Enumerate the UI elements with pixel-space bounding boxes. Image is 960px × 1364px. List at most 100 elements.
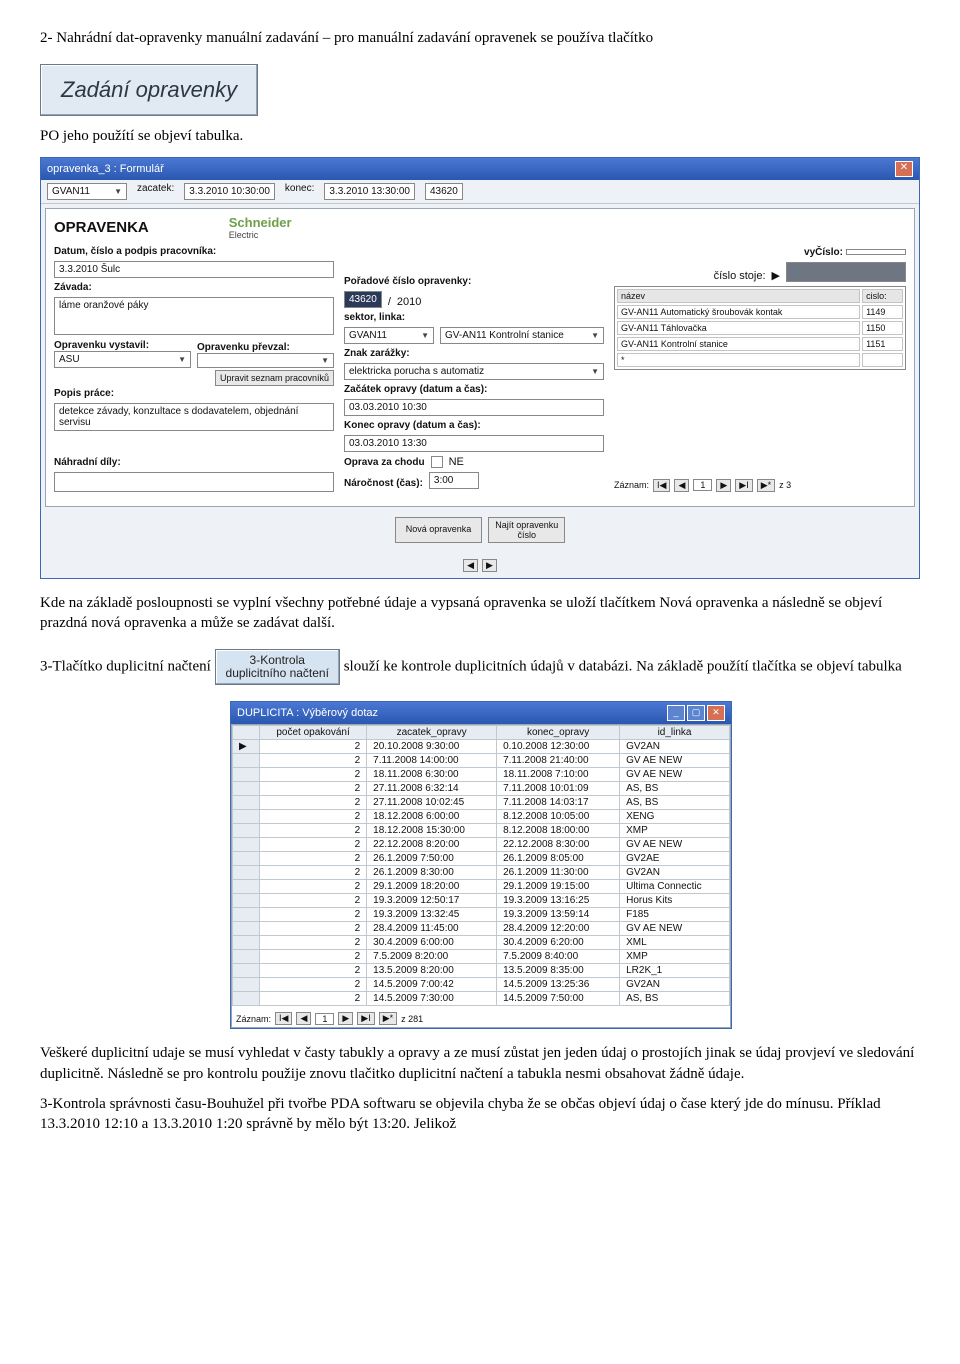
popis-field[interactable]: detekce závady, konzultace s dodavatelem… — [54, 403, 334, 431]
row-selector[interactable] — [233, 922, 260, 936]
sektor-select[interactable]: GVAN11 ▼ — [344, 327, 434, 344]
row-selector[interactable] — [233, 908, 260, 922]
row-selector[interactable] — [233, 894, 260, 908]
prevzal-label: Opravenku převzal: — [197, 342, 290, 353]
close-icon[interactable]: ✕ — [895, 161, 913, 177]
table-row[interactable]: 227.11.2008 6:32:147.11.2008 10:01:09AS,… — [233, 782, 730, 796]
sektor-label: sektor, linka: — [344, 312, 604, 323]
prevzal-select[interactable]: ▼ — [197, 353, 334, 368]
stoj-arrow[interactable]: ▶ — [772, 269, 780, 282]
table-row[interactable]: GV-AN11 Automatický šroubovák kontak 114… — [617, 305, 903, 319]
stoj-field[interactable] — [786, 262, 906, 282]
upravit-seznam-button[interactable]: Upravit seznam pracovníků — [215, 370, 334, 386]
row-selector[interactable] — [233, 880, 260, 894]
table-row[interactable]: 226.1.2009 7:50:0026.1.2009 8:05:00GV2AE — [233, 852, 730, 866]
table-row[interactable]: 218.11.2008 6:30:0018.11.2008 7:10:00GV … — [233, 768, 730, 782]
nav-prev-icon[interactable]: ◀ — [296, 1012, 311, 1025]
nav-prev-icon[interactable]: ◀ — [674, 479, 689, 492]
zac-field[interactable]: 03.03.2010 10:30 — [344, 399, 604, 416]
nav-first-icon[interactable]: I◀ — [275, 1012, 292, 1025]
table-row[interactable]: 228.4.2009 11:45:0028.4.2009 12:20:00GV … — [233, 922, 730, 936]
nav-last-icon[interactable]: ▶I — [357, 1012, 374, 1025]
cell: 27.11.2008 6:32:14 — [367, 782, 497, 796]
table-row[interactable]: 219.3.2009 12:50:1719.3.2009 13:16:25Hor… — [233, 894, 730, 908]
cell: LR2K_1 — [620, 964, 730, 978]
row-selector[interactable] — [233, 754, 260, 768]
row-selector[interactable] — [233, 824, 260, 838]
row-selector[interactable] — [233, 810, 260, 824]
najit-opravenku-button[interactable]: Najít opravenku číslo — [488, 517, 565, 543]
nav-next-icon[interactable]: ▶ — [482, 559, 497, 572]
col-konec[interactable]: konec_opravy — [497, 726, 620, 740]
nav-first-icon[interactable]: I◀ — [653, 479, 670, 492]
cell: 14.5.2009 7:30:00 — [367, 992, 497, 1006]
table-row[interactable]: GV-AN11 Táhlovačka 1150 — [617, 321, 903, 335]
row-selector[interactable] — [233, 768, 260, 782]
table-row[interactable]: 230.4.2009 6:00:0030.4.2009 6:20:00XML — [233, 936, 730, 950]
row-selector[interactable] — [233, 866, 260, 880]
row-selector[interactable] — [233, 964, 260, 978]
row-selector[interactable] — [233, 978, 260, 992]
chodu-checkbox[interactable] — [431, 456, 443, 468]
kontrola-duplicit-button[interactable]: 3-Kontrola duplicitního načtení — [215, 649, 340, 685]
nav-new-icon[interactable]: ▶* — [757, 479, 775, 492]
row-selector[interactable] — [233, 838, 260, 852]
table-row[interactable]: 218.12.2008 15:30:008.12.2008 18:00:00XM… — [233, 824, 730, 838]
dily-field[interactable] — [54, 472, 334, 492]
close-icon[interactable]: ✕ — [707, 705, 725, 721]
table-row[interactable]: 219.3.2009 13:32:4519.3.2009 13:59:14F18… — [233, 908, 730, 922]
table-row[interactable]: 229.1.2009 18:20:0029.1.2009 19:15:00Ult… — [233, 880, 730, 894]
table-row[interactable]: 227.11.2008 10:02:457.11.2008 14:03:17AS… — [233, 796, 730, 810]
row-selector[interactable] — [233, 992, 260, 1006]
cell: 26.1.2009 8:30:00 — [367, 866, 497, 880]
znak-select[interactable]: elektricka porucha s automatiz ▼ — [344, 363, 604, 380]
table-row[interactable]: GV-AN11 Kontrolní stanice 1151 — [617, 337, 903, 351]
cell: 7.11.2008 10:01:09 — [497, 782, 620, 796]
zavada-field[interactable]: láme oranžové páky — [54, 297, 334, 335]
col-linka[interactable]: id_linka — [620, 726, 730, 740]
nav-last-icon[interactable]: ▶I — [735, 479, 752, 492]
table-row[interactable]: ▶220.10.2008 9:30:000.10.2008 12:30:00GV… — [233, 740, 730, 754]
col-pocet[interactable]: počet opakování — [260, 726, 367, 740]
row-selector[interactable] — [233, 936, 260, 950]
nav-position[interactable]: 1 — [315, 1013, 334, 1025]
col-zacatek[interactable]: zacatek_opravy — [367, 726, 497, 740]
table-row[interactable]: 27.11.2008 14:00:007.11.2008 21:40:00GV … — [233, 754, 730, 768]
cell-cislo: 1149 — [862, 305, 903, 319]
table-row[interactable]: 214.5.2009 7:30:0014.5.2009 7:50:00AS, B… — [233, 992, 730, 1006]
vystavil-select[interactable]: ASU ▼ — [54, 351, 191, 368]
table-row[interactable]: 27.5.2009 8:20:007.5.2009 8:40:00XMP — [233, 950, 730, 964]
sektor-value: GVAN11 — [349, 330, 387, 341]
nav-total: z 281 — [401, 1014, 423, 1024]
cell: 18.11.2008 7:10:00 — [497, 768, 620, 782]
nav-prev-icon[interactable]: ◀ — [463, 559, 478, 572]
row-selector[interactable] — [233, 852, 260, 866]
cell: 2 — [260, 768, 367, 782]
minimize-icon[interactable]: _ — [667, 705, 685, 721]
table-row[interactable]: 213.5.2009 8:20:0013.5.2009 8:35:00LR2K_… — [233, 964, 730, 978]
table-row[interactable]: 222.12.2008 8:20:0022.12.2008 8:30:00GV … — [233, 838, 730, 852]
row-selector[interactable]: ▶ — [233, 740, 260, 754]
table-row[interactable]: 214.5.2009 7:00:4214.5.2009 13:25:36GV2A… — [233, 978, 730, 992]
nav-next-icon[interactable]: ▶ — [716, 479, 731, 492]
table-row-new[interactable]: * — [617, 353, 903, 367]
th-cislo: cislo: — [862, 289, 903, 303]
row-selector[interactable] — [233, 950, 260, 964]
row-selector[interactable] — [233, 796, 260, 810]
table-row[interactable]: 218.12.2008 6:00:008.12.2008 10:05:00XEN… — [233, 810, 730, 824]
datum-field[interactable]: 3.3.2010 Šulc — [54, 261, 334, 278]
naroc-field[interactable]: 3:00 — [429, 472, 479, 489]
nav-new-icon[interactable]: ▶* — [379, 1012, 397, 1025]
sektor2-select[interactable]: GV-AN11 Kontrolní stanice ▼ — [440, 327, 604, 344]
cell: 26.1.2009 8:05:00 — [497, 852, 620, 866]
nav-position[interactable]: 1 — [693, 479, 712, 491]
nova-opravenka-button[interactable]: Nová opravenka — [395, 517, 483, 543]
top-linka-select[interactable]: GVAN11 ▼ — [47, 183, 127, 200]
kon-field[interactable]: 03.03.2010 13:30 — [344, 435, 604, 452]
nav-next-icon[interactable]: ▶ — [338, 1012, 353, 1025]
table-row[interactable]: 226.1.2009 8:30:0026.1.2009 11:30:00GV2A… — [233, 866, 730, 880]
row-selector[interactable] — [233, 782, 260, 796]
vycislo-field[interactable] — [846, 249, 906, 255]
maximize-icon[interactable]: ▢ — [687, 705, 705, 721]
zadani-opravenky-button[interactable]: Zadání opravenky — [40, 64, 258, 116]
